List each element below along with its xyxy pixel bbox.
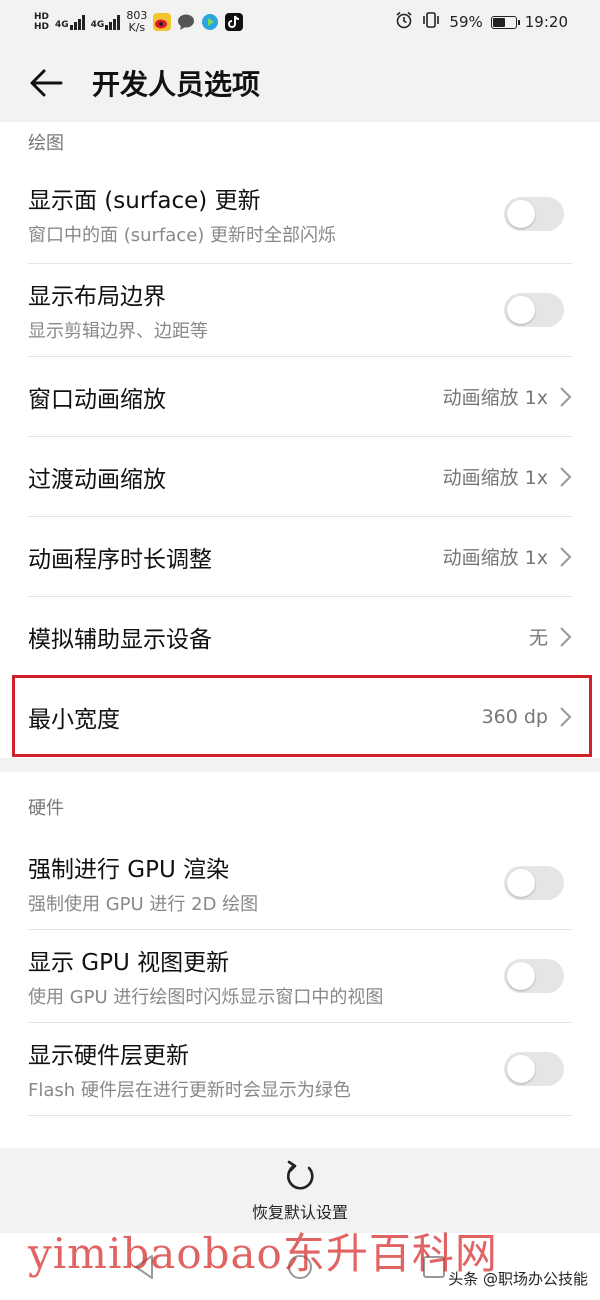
toggle-knob: [507, 962, 535, 990]
tiktok-icon: [225, 13, 244, 31]
battery-fill: [492, 17, 505, 27]
surface-updates-toggle[interactable]: [504, 196, 564, 231]
value-text: 动画缩放 1x: [442, 387, 548, 409]
credit-label: 头条 @职场办公技能: [448, 1270, 588, 1288]
status-left: HD HD 4G 4G 803 K/s: [0, 10, 244, 34]
app-header: 开发人员选项: [0, 44, 600, 122]
setting-subtitle: 窗口中的面 (surface) 更新时全部闪烁: [28, 224, 337, 246]
setting-subtitle: 强制使用 GPU 进行 2D 绘图: [28, 893, 259, 915]
hd-bottom-label: HD: [34, 22, 50, 32]
row-texts: 显示 GPU 视图更新 使用 GPU 进行绘图时闪烁显示窗口中的视图: [28, 943, 383, 1009]
force-gpu-toggle[interactable]: [504, 865, 564, 900]
setting-value: 动画缩放 1x: [443, 543, 572, 570]
vibrate-icon: [421, 11, 441, 33]
section-label-drawing: 绘图: [28, 133, 64, 154]
clock: 19:20: [524, 13, 568, 31]
hardware-layer-toggle[interactable]: [504, 1052, 564, 1086]
gpu-view-updates-toggle[interactable]: [504, 959, 564, 993]
setting-row-hardware-layer-updates[interactable]: 显示硬件层更新 Flash 硬件层在进行更新时会显示为绿色: [28, 1023, 572, 1116]
setting-row-gpu-view-updates[interactable]: 显示 GPU 视图更新 使用 GPU 进行绘图时闪烁显示窗口中的视图: [28, 930, 572, 1023]
chevron-right-icon: [560, 546, 572, 567]
weibo-icon: [153, 13, 172, 31]
value-text: 360 dp: [481, 706, 548, 728]
row-texts: 强制进行 GPU 渲染 强制使用 GPU 进行 2D 绘图: [28, 850, 258, 916]
reset-icon: [287, 1160, 314, 1190]
setting-title: 显示 GPU 视图更新: [28, 950, 230, 976]
setting-value: 动画缩放 1x: [443, 463, 572, 490]
layout-bounds-toggle[interactable]: [504, 293, 564, 327]
setting-title: 强制进行 GPU 渲染: [28, 856, 230, 883]
speed-unit: K/s: [128, 21, 146, 34]
section-label-hardware: 硬件: [28, 798, 64, 819]
signal-bars-icon: [69, 14, 85, 30]
sim2-label: 4G: [90, 20, 105, 30]
setting-row-secondary-display[interactable]: 模拟辅助显示设备 无: [28, 597, 572, 677]
setting-subtitle: 使用 GPU 进行绘图时闪烁显示窗口中的视图: [28, 987, 384, 1008]
setting-subtitle: 显示剪辑边界、边距等: [28, 321, 208, 342]
battery-icon: [490, 15, 520, 29]
page-title: 开发人员选项: [92, 68, 261, 101]
signal-sim1: 4G: [55, 14, 85, 30]
setting-title: 动画程序时长调整: [28, 546, 212, 573]
setting-row-surface-updates[interactable]: 显示面 (surface) 更新 窗口中的面 (surface) 更新时全部闪烁: [28, 164, 572, 264]
status-right: 59% 19:20: [395, 11, 600, 33]
hd-indicator: HD HD: [34, 12, 49, 32]
status-bar: HD HD 4G 4G 803 K/s 59% 19:20: [0, 0, 600, 44]
setting-title: 显示布局边界: [28, 284, 166, 310]
back-arrow-icon[interactable]: [26, 63, 66, 103]
chevron-right-icon: [560, 626, 572, 647]
chevron-right-icon: [560, 386, 572, 407]
setting-value: 无: [529, 623, 572, 650]
hd-top-label: HD: [34, 12, 50, 22]
signal-bars-icon: [105, 14, 121, 30]
setting-title: 窗口动画缩放: [28, 386, 166, 413]
hardware-section: 硬件 强制进行 GPU 渲染 强制使用 GPU 进行 2D 绘图 显示 GPU …: [0, 772, 600, 1148]
network-speed: 803 K/s: [126, 10, 147, 34]
setting-row-smallest-width[interactable]: 最小宽度 360 dp: [28, 677, 572, 757]
setting-title: 模拟辅助显示设备: [28, 626, 212, 653]
toggle-knob: [507, 1055, 535, 1083]
row-texts: 显示面 (surface) 更新 窗口中的面 (surface) 更新时全部闪烁: [28, 181, 336, 247]
setting-title: 显示面 (surface) 更新: [28, 187, 261, 214]
chevron-right-icon: [560, 707, 572, 727]
toggle-knob: [507, 199, 535, 228]
alarm-icon: [395, 11, 413, 33]
setting-title: 最小宽度: [28, 707, 120, 733]
value-text: 无: [528, 627, 548, 649]
watermark: yimibaobao东升百科网: [28, 1229, 498, 1278]
setting-row-transition-animation[interactable]: 过渡动画缩放 动画缩放 1x: [28, 437, 572, 517]
signal-sim2: 4G: [91, 14, 121, 30]
toggle-knob: [507, 868, 535, 897]
row-texts: 显示硬件层更新 Flash 硬件层在进行更新时会显示为绿色: [28, 1036, 351, 1102]
drawing-section: 绘图 显示面 (surface) 更新 窗口中的面 (surface) 更新时全…: [0, 122, 600, 758]
setting-row-animator-duration[interactable]: 动画程序时长调整 动画缩放 1x: [28, 517, 572, 597]
setting-title: 显示硬件层更新: [28, 1043, 189, 1069]
setting-row-window-animation[interactable]: 窗口动画缩放 动画缩放 1x: [28, 357, 572, 437]
setting-row-layout-bounds[interactable]: 显示布局边界 显示剪辑边界、边距等: [28, 264, 572, 357]
chevron-right-icon: [560, 466, 572, 487]
setting-value: 360 dp: [482, 706, 572, 728]
value-text: 动画缩放 1x: [442, 547, 548, 569]
setting-subtitle: Flash 硬件层在进行更新时会显示为绿色: [28, 1080, 351, 1101]
value-text: 动画缩放 1x: [442, 467, 548, 489]
toggle-knob: [507, 296, 535, 324]
row-texts: 显示布局边界 显示剪辑边界、边距等: [28, 277, 208, 343]
setting-row-force-gpu[interactable]: 强制进行 GPU 渲染 强制使用 GPU 进行 2D 绘图: [28, 836, 572, 930]
setting-value: 动画缩放 1x: [443, 383, 572, 410]
reset-label: 恢复默认设置: [251, 1202, 348, 1222]
battery-percent: 59%: [449, 13, 483, 31]
chat-icon: [177, 13, 195, 31]
sim1-label: 4G: [55, 20, 69, 30]
setting-title: 过渡动画缩放: [28, 466, 166, 493]
video-icon: [201, 13, 219, 31]
